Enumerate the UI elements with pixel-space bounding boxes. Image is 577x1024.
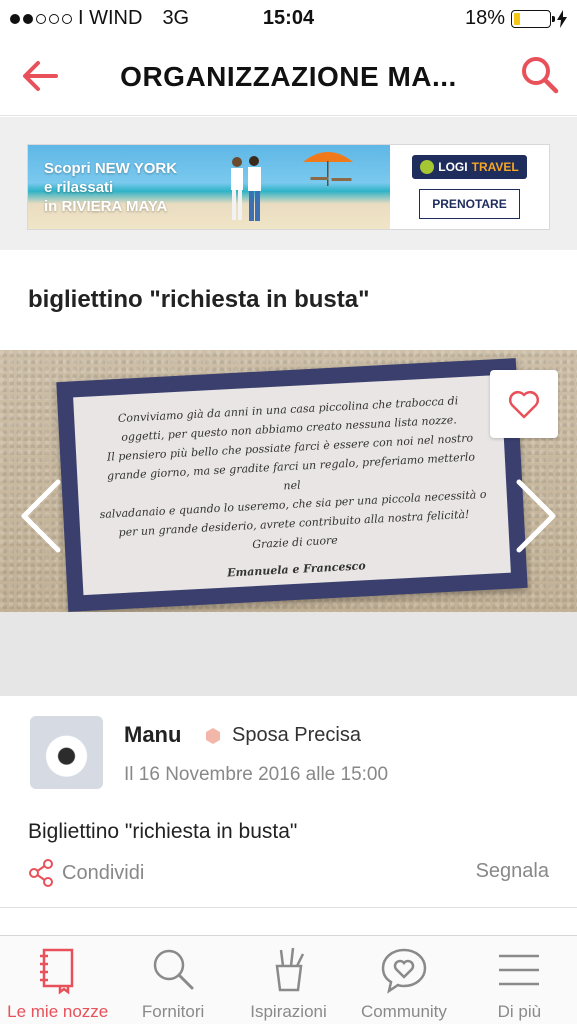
tab-label: Le mie nozze xyxy=(7,1002,109,1021)
post-date: Il 16 Novembre 2016 alle 15:00 xyxy=(124,764,389,785)
pencil-cup-icon xyxy=(275,947,304,992)
menu-icon xyxy=(499,954,540,986)
ad-line-3: in RIVIERA MAYA xyxy=(44,198,168,215)
post-author-section: Manu Sposa Precisa Il 16 Novembre 2016 a… xyxy=(0,696,577,908)
author-role: Sposa Precisa xyxy=(232,724,361,746)
report-button[interactable]: Segnala xyxy=(476,860,549,883)
battery-icon xyxy=(511,9,555,28)
ad-brand-area: LOGI TRAVEL PRENOTARE xyxy=(390,145,549,229)
tab-le-mie-nozze[interactable]: Le mie nozze xyxy=(0,936,115,1024)
chevron-right-icon[interactable] xyxy=(513,478,559,554)
chat-heart-icon xyxy=(381,948,427,994)
share-label: Condividi xyxy=(62,861,145,884)
search-icon[interactable] xyxy=(519,54,561,96)
tab-community[interactable]: Community xyxy=(346,936,461,1024)
spacer-band xyxy=(0,612,577,696)
chevron-left-icon[interactable] xyxy=(18,478,64,554)
notebook-icon xyxy=(39,948,73,995)
tab-label: Di più xyxy=(497,1002,542,1021)
couple-illustration xyxy=(231,156,261,221)
post-title: bigliettino "richiesta in busta" xyxy=(28,286,370,313)
post-body: Bigliettino "richiesta in busta" xyxy=(28,820,298,843)
tab-di-piu[interactable]: Di più xyxy=(462,936,577,1024)
ad-banner[interactable]: Scopri NEW YORK e rilassati in RIVIERA M… xyxy=(27,144,550,230)
logitravel-logo: LOGI TRAVEL xyxy=(412,155,527,179)
battery-percent: 18% xyxy=(464,7,505,29)
battery-fill xyxy=(514,12,521,25)
wedding-card-photo: Conviviamo già da anni in una casa picco… xyxy=(56,358,528,612)
share-icon xyxy=(29,859,53,887)
page-title: ORGANIZZAZIONE MA... xyxy=(120,60,457,92)
ad-image: Scopri NEW YORK e rilassati in RIVIERA M… xyxy=(28,145,390,229)
author-name[interactable]: Manu xyxy=(124,722,181,748)
share-button[interactable]: Condividi xyxy=(28,858,144,888)
status-bar: I WIND 3G 15:04 18% xyxy=(0,0,577,38)
ad-line-2: e rilassati xyxy=(44,179,114,196)
tab-label: Fornitori xyxy=(141,1002,205,1021)
logo-mark-icon xyxy=(420,160,435,174)
beach-umbrella-illustration xyxy=(303,152,353,186)
ad-area: Scopri NEW YORK e rilassati in RIVIERA M… xyxy=(0,117,577,250)
favorite-button[interactable] xyxy=(490,370,558,438)
tab-label: Community xyxy=(360,1002,447,1021)
tab-bar: Le mie nozze Fornitori Ispirazioni Commu… xyxy=(0,935,577,1024)
logo-logi: LOGI xyxy=(438,160,468,174)
heart-icon xyxy=(508,390,540,419)
image-carousel[interactable]: Conviviamo già da anni in una casa picco… xyxy=(0,350,577,612)
navigation-bar: ORGANIZZAZIONE MA... xyxy=(0,38,577,116)
tab-ispirazioni[interactable]: Ispirazioni xyxy=(231,936,346,1024)
search-icon xyxy=(153,949,194,990)
card-text-block: Conviviamo già da anni in una casa picco… xyxy=(73,374,511,596)
logo-travel: TRAVEL xyxy=(471,160,519,174)
ad-book-button[interactable]: PRENOTARE xyxy=(419,189,520,219)
avatar[interactable] xyxy=(30,716,103,789)
charging-bolt-icon xyxy=(557,9,567,28)
arrow-left-icon[interactable] xyxy=(20,56,60,96)
battery-info: 18% xyxy=(465,7,567,30)
ad-text: Scopri NEW YORK e rilassati in RIVIERA M… xyxy=(44,159,177,216)
ad-line-1: Scopri NEW YORK xyxy=(44,160,178,177)
tab-label: Ispirazioni xyxy=(250,1002,327,1021)
tab-fornitori[interactable]: Fornitori xyxy=(115,936,230,1024)
hexagon-badge-icon xyxy=(206,728,220,744)
